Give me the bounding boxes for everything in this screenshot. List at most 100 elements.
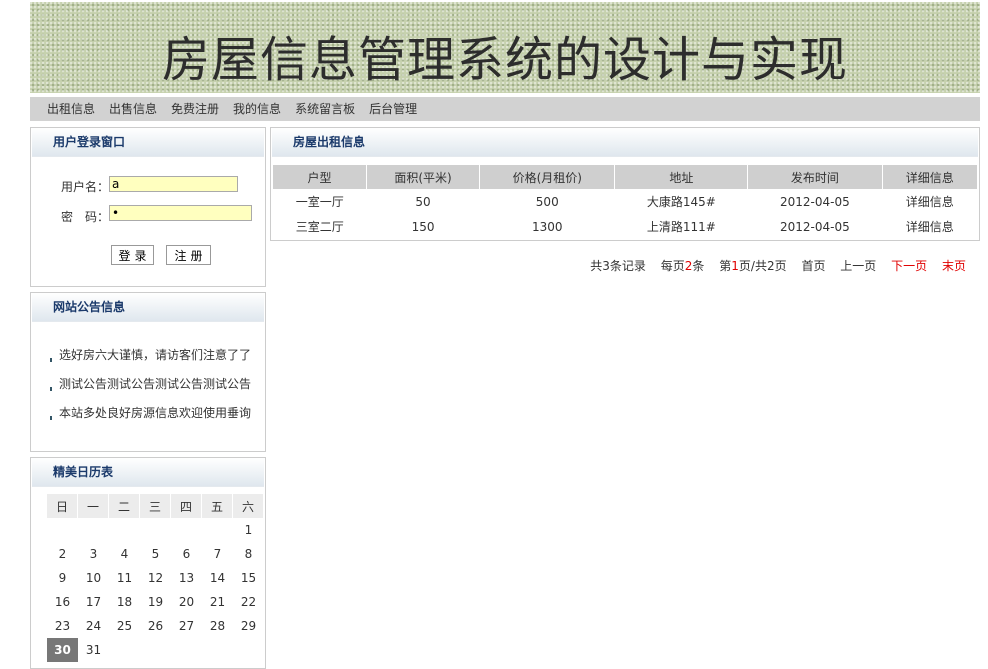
nav-register[interactable]: 免费注册 (171, 97, 219, 121)
calendar-day[interactable]: 5 (140, 542, 171, 566)
calendar-day[interactable]: 10 (78, 566, 109, 590)
username-input[interactable] (109, 176, 238, 192)
nav-rent[interactable]: 出租信息 (47, 97, 95, 121)
username-label: 用户名： (61, 180, 110, 194)
calendar-day[interactable]: 7 (202, 542, 233, 566)
calendar-grid: 日 一 二 三 四 五 六 1 2345678 9 10 11 12 13 14 15 16… (47, 494, 264, 662)
col-layout: 户型 (273, 165, 368, 189)
weekday-mon: 一 (78, 494, 109, 518)
table-row: 三室二厅 150 1300 上清路111# 2012-04-05 详细信息 (273, 214, 978, 239)
notice-item[interactable]: 测试公告测试公告测试公告测试公告 (50, 375, 251, 392)
bullet-icon (50, 416, 56, 420)
cell-layout: 三室二厅 (295, 220, 344, 234)
col-price: 价格(月租价) (479, 165, 616, 189)
weekday-tue: 二 (109, 494, 140, 518)
calendar-day[interactable]: 6 (171, 542, 202, 566)
details-link[interactable]: 详细信息 (882, 189, 978, 214)
nav-message-board[interactable]: 系统留言板 (295, 97, 355, 121)
calendar-day[interactable]: 1 (233, 518, 264, 542)
last-page-link[interactable]: 末页 (942, 259, 966, 273)
calendar-panel-header: 精美日历表 (32, 458, 264, 487)
site-title: 房屋信息管理系统的设计与实现 (161, 32, 848, 88)
cell-address: 大康路145# (646, 195, 716, 209)
calendar-day[interactable]: 20 (171, 590, 202, 614)
weekday-thu: 四 (171, 494, 202, 518)
calendar-day[interactable]: 16 (47, 590, 78, 614)
first-page-link[interactable]: 首页 (801, 259, 825, 273)
password-input[interactable] (109, 205, 252, 221)
calendar-day[interactable]: 4 (109, 542, 140, 566)
rental-panel-header: 房屋出租信息 (272, 128, 978, 157)
bullet-icon (50, 358, 56, 362)
calendar-day[interactable]: 26 (140, 614, 171, 638)
calendar-day[interactable]: 24 (78, 614, 109, 638)
calendar-day[interactable]: 3 (78, 542, 109, 566)
calendar-panel-title: 精美日历表 (53, 465, 114, 479)
calendar-day[interactable]: 22 (233, 590, 264, 614)
notice-item[interactable]: 本站多处良好房源信息欢迎使用垂询 (50, 404, 251, 421)
weekday-fri: 五 (202, 494, 233, 518)
rental-panel-title: 房屋出租信息 (293, 135, 366, 149)
login-panel-header: 用户登录窗口 (32, 128, 264, 157)
col-area: 面积(平米) (366, 165, 481, 189)
calendar-day[interactable]: 18 (109, 590, 140, 614)
calendar-day[interactable]: 23 (47, 614, 78, 638)
notice-panel-header: 网站公告信息 (32, 293, 264, 322)
main-nav: 出租信息 出售信息 免费注册 我的信息 系统留言板 后台管理 (30, 97, 980, 121)
col-address: 地址 (614, 165, 749, 189)
rental-panel: 房屋出租信息 户型 面积(平米) 价格(月租价) 地址 发布时间 详细信息 一室… (270, 127, 980, 241)
calendar-day-today[interactable]: 30 (47, 638, 78, 662)
calendar-day[interactable]: 9 (47, 566, 78, 590)
notice-panel: 网站公告信息 选好房六大谨慎，请访客们注意了了 测试公告测试公告测试公告测试公告… (30, 292, 266, 452)
calendar-day[interactable]: 15 (233, 566, 264, 590)
nav-admin[interactable]: 后台管理 (369, 97, 417, 121)
calendar-day[interactable]: 13 (171, 566, 202, 590)
calendar-panel: 精美日历表 日 一 二 三 四 五 六 1 2345678 9 10 11 12 13 1… (30, 457, 266, 669)
cell-address: 上清路111# (646, 220, 716, 234)
calendar-day[interactable]: 21 (202, 590, 233, 614)
notice-item[interactable]: 选好房六大谨慎，请访客们注意了了 (50, 346, 251, 363)
password-label: 密 码： (61, 210, 110, 224)
prev-page-link[interactable]: 上一页 (840, 259, 876, 273)
page-info: 第1页/共2页 (719, 259, 787, 273)
weekday-sun: 日 (47, 494, 78, 518)
login-panel: 用户登录窗口 用户名： 密 码： 登录 注册 (30, 127, 266, 287)
pagination: 共3条记录 每页2条 第1页/共2页 首页 上一页 下一页 末页 (579, 257, 966, 274)
calendar-day[interactable]: 27 (171, 614, 202, 638)
calendar-day[interactable]: 19 (140, 590, 171, 614)
nav-sale[interactable]: 出售信息 (109, 97, 157, 121)
cell-date: 2012-04-05 (780, 194, 850, 209)
table-row: 一室一厅 50 500 大康路145# 2012-04-05 详细信息 (273, 189, 978, 214)
col-details: 详细信息 (882, 165, 978, 189)
calendar-day[interactable]: 12 (140, 566, 171, 590)
col-date: 发布时间 (747, 165, 883, 189)
cell-date: 2012-04-05 (780, 219, 850, 234)
login-button[interactable]: 登录 (111, 245, 154, 265)
calendar-day[interactable]: 17 (78, 590, 109, 614)
cell-price: 500 (535, 194, 559, 209)
weekday-sat: 六 (233, 494, 264, 518)
cell-layout: 一室一厅 (295, 195, 344, 209)
register-button[interactable]: 注册 (166, 245, 211, 265)
cell-price: 1300 (531, 219, 563, 234)
bullet-icon (50, 387, 56, 391)
cell-area: 50 (415, 194, 431, 209)
notice-panel-title: 网站公告信息 (53, 300, 126, 314)
details-link[interactable]: 详细信息 (882, 214, 978, 239)
next-page-link[interactable]: 下一页 (891, 259, 927, 273)
site-banner: 房屋信息管理系统的设计与实现 (30, 2, 980, 93)
total-records: 共3条记录 (590, 259, 646, 273)
calendar-day[interactable]: 8 (233, 542, 264, 566)
calendar-day[interactable]: 29 (233, 614, 264, 638)
weekday-wed: 三 (140, 494, 171, 518)
calendar-day[interactable]: 11 (109, 566, 140, 590)
nav-my-info[interactable]: 我的信息 (233, 97, 281, 121)
calendar-day[interactable]: 14 (202, 566, 233, 590)
rental-table: 户型 面积(平米) 价格(月租价) 地址 发布时间 详细信息 一室一厅 50 5… (273, 165, 978, 239)
calendar-day[interactable]: 28 (202, 614, 233, 638)
login-panel-title: 用户登录窗口 (53, 135, 126, 149)
calendar-day[interactable]: 31 (78, 638, 109, 662)
cell-area: 150 (411, 219, 435, 234)
calendar-day[interactable]: 2 (47, 542, 78, 566)
calendar-day[interactable]: 25 (109, 614, 140, 638)
